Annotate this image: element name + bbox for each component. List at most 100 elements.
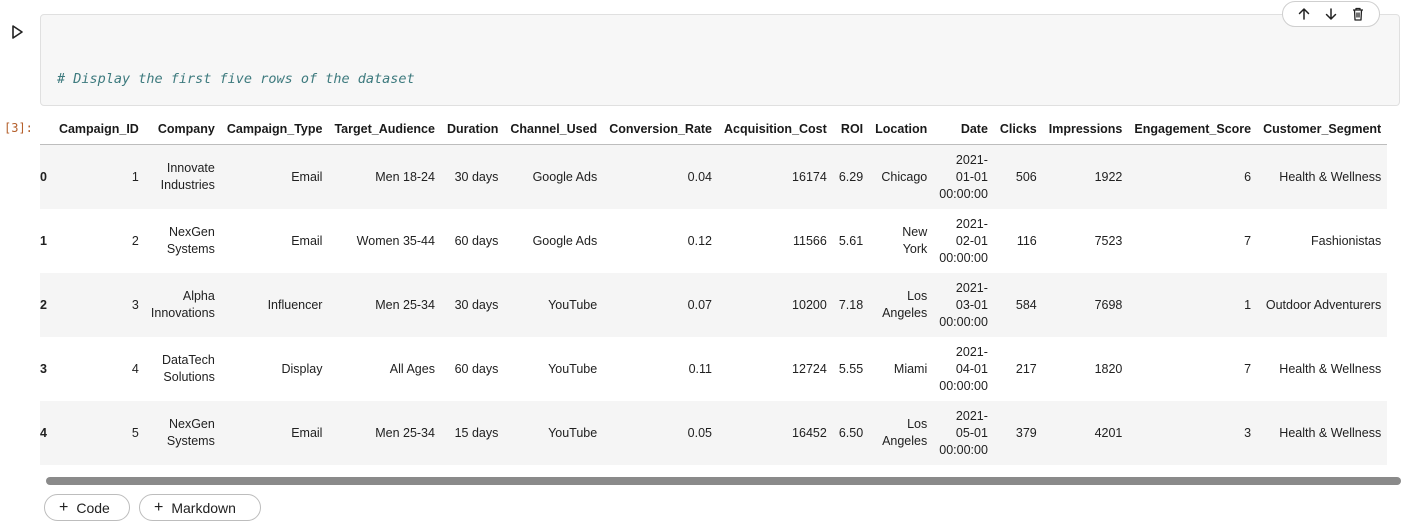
add-code-button[interactable]: + Code [44, 494, 130, 521]
table-cell: YouTube [548, 298, 598, 312]
table-cell: Innovate Industries [160, 161, 215, 192]
table-cell: 16452 [792, 426, 827, 440]
column-header: Clicks [993, 114, 1043, 145]
table-cell: DataTech Solutions [162, 353, 215, 384]
run-cell-icon[interactable] [8, 23, 26, 41]
row-index: 1 [40, 234, 47, 248]
row-index: 3 [40, 362, 47, 376]
table-cell: 6.29 [838, 170, 864, 184]
table-cell: 7523 [1094, 234, 1123, 248]
row-index: 4 [40, 426, 47, 440]
table-cell: Google Ads [532, 234, 598, 248]
table-cell: 1820 [1094, 362, 1123, 376]
column-header: Location [869, 114, 934, 145]
column-header: Conversion_Rate [603, 114, 719, 145]
table-cell: 6 [1244, 170, 1252, 184]
table-cell: 0.07 [687, 298, 713, 312]
table-cell: 116 [1016, 234, 1037, 248]
table-row: 3 4 DataTech Solutions Display All Ages … [40, 337, 1387, 401]
index-header [40, 114, 53, 145]
column-header: Company [144, 114, 221, 145]
table-cell: YouTube [548, 362, 598, 376]
table-cell: 6.50 [838, 426, 864, 440]
table-cell: Los Angeles [882, 289, 928, 320]
table-row: 4 5 NexGen Systems Email Men 25-34 15 da… [40, 401, 1388, 465]
plus-icon: + [59, 498, 69, 516]
table-cell: Email [291, 170, 323, 184]
table-cell: Health & Wellness [1279, 425, 1382, 440]
table-cell: Health & Wellness [1279, 169, 1382, 184]
table-cell: 2021-05-01 00:00:00 [939, 408, 988, 457]
table-cell: 2021-04-01 00:00:00 [939, 344, 988, 393]
table-cell: 5.61 [838, 234, 864, 248]
table-cell: Alpha Innovations [150, 289, 215, 320]
row-index: 2 [40, 298, 47, 312]
table-cell: 506 [1015, 170, 1037, 184]
column-header: Acquisition_Cost [718, 114, 833, 145]
table-cell: Chicago [881, 169, 928, 184]
column-header: Impressions [1042, 114, 1129, 145]
table-cell: 11566 [792, 234, 827, 248]
table-cell: 1922 [1094, 170, 1123, 184]
table-cell: 3 [1244, 426, 1252, 440]
row-index: 0 [40, 170, 47, 184]
table-row: 0 1 Innovate Industries Email Men 18-24 … [40, 144, 1388, 209]
column-header: ROI [832, 114, 870, 145]
code-comment: # Display the first five rows of the dat… [57, 71, 415, 87]
table-cell: Email [291, 234, 323, 248]
table-cell: Outdoor Adventurers [1265, 297, 1382, 312]
execution-count: [3]: [4, 121, 33, 135]
table-cell: 584 [1015, 298, 1037, 312]
table-cell: 5 [131, 426, 139, 440]
table-cell: 3 [131, 298, 139, 312]
table-cell: Health & Wellness [1279, 361, 1382, 376]
dataframe-table: Campaign_ID Company Campaign_Type Target… [40, 114, 1388, 465]
table-cell: 2021-02-01 00:00:00 [939, 216, 988, 265]
table-cell: 217 [1015, 362, 1037, 376]
table-cell: 7 [1244, 234, 1252, 248]
table-cell: NexGen Systems [166, 417, 215, 448]
table-cell: 4 [131, 362, 139, 376]
table-cell: 2 [131, 234, 139, 248]
table-cell: 10200 [792, 298, 827, 312]
table-cell: 0.05 [687, 426, 713, 440]
trash-icon[interactable] [1348, 4, 1368, 24]
table-cell: YouTube [548, 426, 598, 440]
table-cell: 60 days [454, 234, 499, 248]
table-cell: 379 [1015, 426, 1037, 440]
output-scrollbar[interactable] [46, 477, 1401, 485]
table-cell: 0.12 [687, 234, 713, 248]
column-header: Engagement_Score [1128, 114, 1258, 145]
table-cell: 2021-03-01 00:00:00 [939, 280, 988, 329]
table-cell: Los Angeles [882, 417, 928, 448]
column-header: Duration [440, 114, 505, 145]
cell-output: Campaign_ID Company Campaign_Type Target… [40, 114, 1401, 466]
column-header: Channel_Used [504, 114, 604, 145]
column-header: Date [933, 114, 994, 145]
table-cell: 1 [131, 170, 139, 184]
table-cell: 5.55 [838, 362, 864, 376]
table-cell: 12724 [792, 362, 827, 376]
table-cell: 16174 [792, 170, 827, 184]
add-code-label: Code [76, 499, 110, 516]
table-cell: Email [291, 426, 323, 440]
code-cell-input[interactable]: # Display the first five rows of the dat… [40, 14, 1400, 167]
column-header: Campaign_ID [52, 114, 145, 145]
table-cell: Men 25-34 [375, 298, 435, 312]
table-cell: 7698 [1094, 298, 1123, 312]
table-row: 2 3 Alpha Innovations Influencer Men 25-… [40, 273, 1388, 337]
table-cell: Women 35-44 [356, 234, 435, 248]
table-cell: Influencer [267, 298, 323, 312]
column-header: Campaign_Type [220, 114, 329, 145]
arrow-down-icon[interactable] [1321, 4, 1341, 24]
table-cell: 0.11 [688, 362, 713, 376]
table-cell: 30 days [454, 298, 499, 312]
table-cell: 15 days [454, 426, 499, 440]
table-cell: Miami [893, 361, 928, 376]
arrow-up-icon[interactable] [1294, 4, 1314, 24]
table-cell: 4201 [1094, 426, 1123, 440]
add-markdown-button[interactable]: + Markdown [139, 494, 261, 521]
table-cell: 1 [1244, 298, 1252, 312]
table-cell: New York [902, 225, 928, 256]
table-cell: 30 days [454, 170, 499, 184]
